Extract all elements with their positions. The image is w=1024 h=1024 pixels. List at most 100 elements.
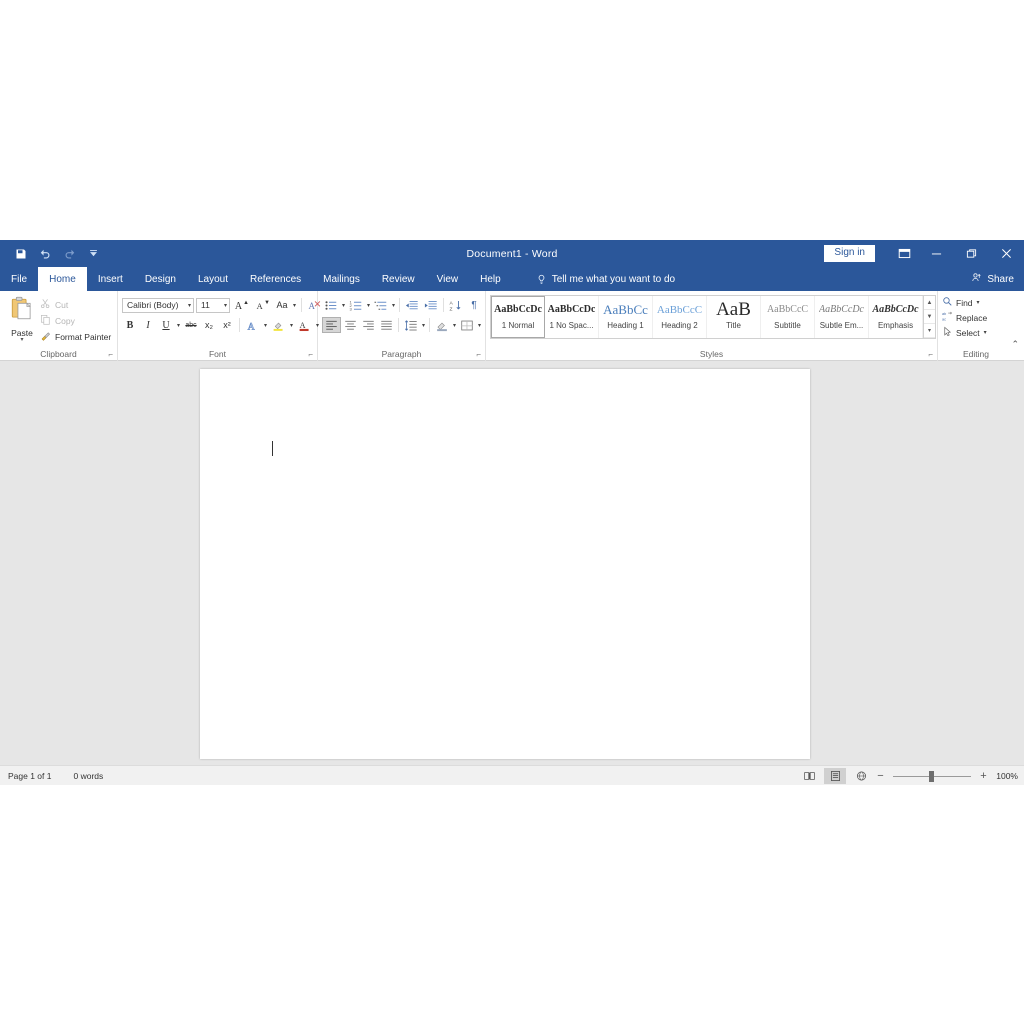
change-case-button[interactable]: Aa [274, 297, 290, 313]
style-item-heading-2[interactable]: AaBbCcC Heading 2 [653, 296, 707, 338]
ribbon-display-options-icon[interactable] [889, 240, 919, 267]
justify-icon[interactable] [378, 317, 395, 333]
underline-button[interactable]: U [158, 317, 174, 333]
styles-dialog-launcher[interactable]: ⌐ [928, 350, 933, 360]
align-left-icon[interactable] [322, 317, 341, 333]
highlight-color-caret[interactable]: ▾ [289, 322, 294, 329]
read-mode-icon[interactable] [798, 768, 820, 784]
close-icon[interactable] [989, 240, 1024, 267]
zoom-out-button[interactable]: − [876, 770, 885, 782]
shading-caret[interactable]: ▾ [452, 322, 457, 329]
text-effects-button[interactable]: A [244, 317, 261, 333]
tab-view[interactable]: View [426, 267, 470, 291]
underline-caret[interactable]: ▾ [176, 322, 181, 329]
save-icon[interactable] [10, 244, 32, 264]
font-size-value: 11 [201, 300, 210, 310]
font-name-combo[interactable]: Calibri (Body) ▾ [122, 297, 194, 313]
styles-more-button[interactable]: ▾ [924, 324, 935, 338]
shading-icon[interactable] [433, 317, 451, 333]
style-item-heading-1[interactable]: AaBbCc Heading 1 [599, 296, 653, 338]
style-item-no-spacing[interactable]: AaBbCcDc 1 No Spac... [545, 296, 599, 338]
font-color-button[interactable]: A [296, 317, 313, 333]
find-button[interactable]: Find ▾ [942, 296, 988, 309]
bullets-icon[interactable] [322, 297, 340, 313]
shrink-font-button[interactable]: A ▼ [253, 297, 272, 313]
tab-references[interactable]: References [239, 267, 312, 291]
chevron-down-icon[interactable] [82, 244, 104, 264]
font-size-combo[interactable]: 11 ▾ [196, 297, 230, 313]
web-layout-icon[interactable] [850, 768, 872, 784]
format-painter-button[interactable]: Format Painter [40, 330, 113, 343]
style-item-subtitle[interactable]: AaBbCcC Subtitle [761, 296, 815, 338]
style-item-emphasis[interactable]: AaBbCcDc Emphasis [869, 296, 923, 338]
increase-indent-icon[interactable] [422, 297, 440, 313]
zoom-slider-thumb[interactable] [928, 770, 934, 782]
style-item-title[interactable]: AaB Title [707, 296, 761, 338]
strikethrough-button[interactable]: abc [183, 317, 199, 333]
line-spacing-icon[interactable] [402, 317, 420, 333]
sign-in-button[interactable]: Sign in [824, 245, 875, 262]
minimize-icon[interactable] [919, 240, 954, 267]
document-canvas[interactable] [0, 361, 1024, 765]
cut-button[interactable]: Cut [40, 298, 113, 311]
line-spacing-caret[interactable]: ▾ [421, 322, 426, 329]
copy-button[interactable]: Copy [40, 314, 113, 327]
tab-file[interactable]: File [0, 267, 38, 291]
zoom-in-button[interactable]: + [979, 770, 988, 782]
italic-button[interactable]: I [140, 317, 156, 333]
print-layout-icon[interactable] [824, 768, 846, 784]
change-case-caret[interactable]: ▾ [292, 302, 297, 309]
tab-design[interactable]: Design [134, 267, 187, 291]
highlight-color-button[interactable] [270, 317, 287, 333]
word-count-status[interactable]: 0 words [73, 771, 103, 781]
paste-dropdown-caret[interactable]: ▾ [20, 337, 23, 343]
styles-scroll-down-button[interactable]: ▼ [924, 310, 935, 324]
tab-mailings[interactable]: Mailings [312, 267, 371, 291]
zoom-slider[interactable] [893, 768, 971, 784]
align-center-icon[interactable] [342, 317, 359, 333]
undo-icon[interactable] [34, 244, 56, 264]
style-item-normal[interactable]: AaBbCcDc 1 Normal [491, 296, 545, 338]
select-caret[interactable]: ▾ [983, 329, 988, 336]
restore-icon[interactable] [954, 240, 989, 267]
subscript-button[interactable]: x₂ [201, 317, 217, 333]
bullets-caret[interactable]: ▾ [341, 302, 346, 309]
show-formatting-marks-icon[interactable]: ¶ [466, 297, 482, 313]
font-dialog-launcher[interactable]: ⌐ [308, 350, 313, 360]
clipboard-dialog-launcher[interactable]: ⌐ [108, 350, 113, 360]
borders-caret[interactable]: ▾ [477, 322, 482, 329]
paragraph-dialog-launcher[interactable]: ⌐ [476, 350, 481, 360]
style-item-subtle-emphasis[interactable]: AaBbCcDc Subtle Em... [815, 296, 869, 338]
find-caret[interactable]: ▾ [976, 299, 981, 306]
styles-scroll-up-button[interactable]: ▲ [924, 296, 935, 310]
tab-insert[interactable]: Insert [87, 267, 134, 291]
paste-button[interactable]: Paste ▾ [4, 294, 40, 348]
zoom-level-label[interactable]: 100% [992, 771, 1018, 781]
numbering-icon[interactable]: 123 [347, 297, 365, 313]
share-button[interactable]: Share [971, 267, 1014, 291]
decrease-indent-icon[interactable] [403, 297, 421, 313]
text-effects-caret[interactable]: ▾ [263, 322, 268, 329]
multilevel-list-caret[interactable]: ▾ [391, 302, 396, 309]
chevron-down-icon[interactable]: ▾ [221, 302, 227, 309]
tab-home[interactable]: Home [38, 267, 87, 291]
redo-icon[interactable] [58, 244, 80, 264]
align-right-icon[interactable] [360, 317, 377, 333]
tell-me-search[interactable]: Tell me what you want to do [526, 267, 685, 291]
select-button[interactable]: Select ▾ [942, 326, 988, 339]
numbering-caret[interactable]: ▾ [366, 302, 371, 309]
page-count-status[interactable]: Page 1 of 1 [8, 771, 51, 781]
document-page[interactable] [200, 369, 810, 759]
tab-layout[interactable]: Layout [187, 267, 239, 291]
multilevel-list-icon[interactable] [372, 297, 390, 313]
superscript-button[interactable]: x² [219, 317, 235, 333]
sort-icon[interactable]: AZ [447, 297, 465, 313]
grow-font-button[interactable]: A ▲ [232, 297, 251, 313]
chevron-up-icon[interactable]: ⌃ [1011, 339, 1019, 350]
tab-review[interactable]: Review [371, 267, 426, 291]
chevron-down-icon[interactable]: ▾ [185, 302, 191, 309]
replace-button[interactable]: ab ac Replace [942, 311, 988, 324]
tab-help[interactable]: Help [469, 267, 512, 291]
borders-icon[interactable] [458, 317, 476, 333]
bold-button[interactable]: B [122, 317, 138, 333]
